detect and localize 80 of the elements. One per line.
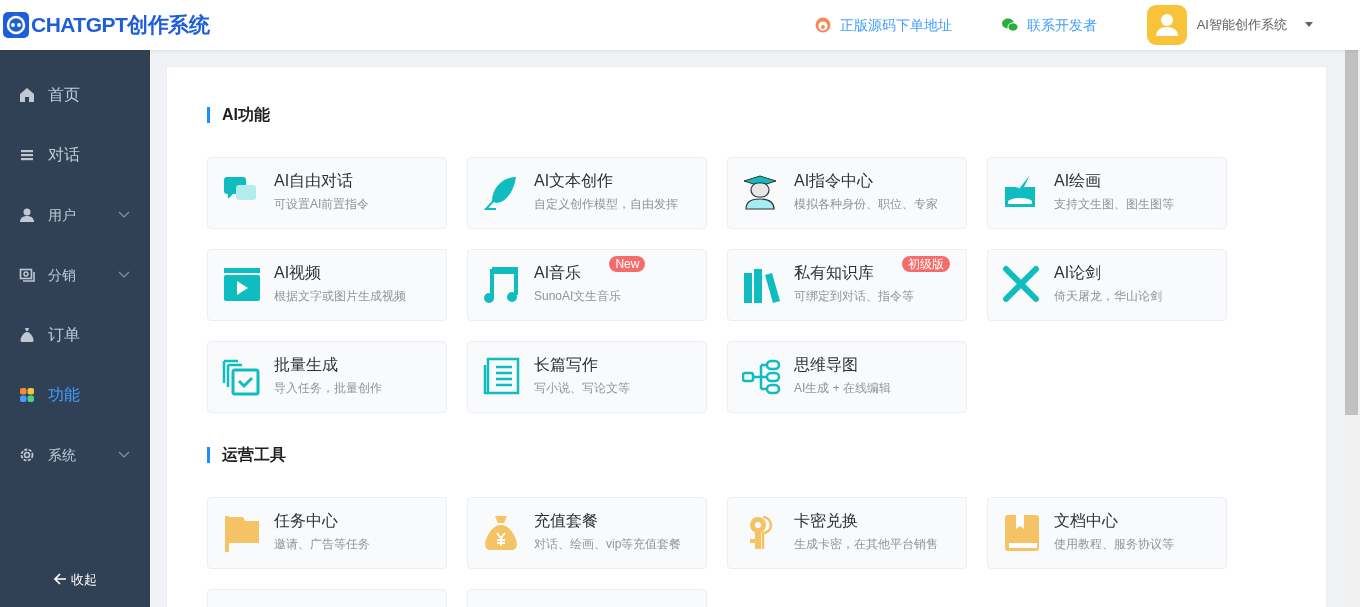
card-description: 邀请、广告等任务 [274, 536, 370, 552]
avatar-icon [1146, 5, 1187, 45]
feature-card[interactable]: AI文本创作 自定义创作模型，自由发挥 [467, 157, 707, 229]
sidebar-item[interactable]: 功能 [0, 365, 150, 425]
card-title: AI自由对话 [274, 171, 354, 191]
card-description: 对话、绘画、vip等充值套餐 [534, 536, 682, 552]
logo-text: CHATGPT创作系统 [31, 12, 210, 39]
card-description: 写小说、写论文等 [534, 380, 630, 396]
user-menu[interactable]: AI智能创作系统 [1146, 5, 1314, 45]
feature-card[interactable]: AI指令中心 模拟各种身份、职位、专家 [727, 157, 967, 229]
feature-card[interactable]: 充值套餐 对话、绘画、vip等充值套餐 [467, 497, 707, 569]
card-description: 导入任务，批量创作 [274, 380, 382, 396]
card-description: 可绑定到对话、指令等 [794, 288, 914, 304]
arrow-left-icon [53, 573, 67, 586]
card-description: 生成卡密，在其他平台销售 [794, 536, 938, 552]
stacked-pages-check-icon [222, 357, 262, 397]
card-title: 文档中心 [1054, 511, 1118, 531]
sidebar-item[interactable]: 系统 [0, 425, 150, 485]
feature-card[interactable]: 私有知识库 初级版 可绑定到对话、指令等 [727, 249, 967, 321]
card-description: AI生成 + 在线编辑 [794, 380, 891, 396]
card-title: AI绘画 [1054, 171, 1102, 191]
sidebar-item[interactable]: 首页 [0, 65, 150, 125]
card-description: 使用教程、服务协议等 [1054, 536, 1174, 552]
chat-bubbles-icon [1001, 17, 1018, 33]
section-title: 运营工具 [222, 445, 286, 465]
sidebar-item[interactable]: 对话 [0, 125, 150, 185]
card-description: 模拟各种身份、职位、专家 [794, 196, 938, 212]
sidebar-item[interactable]: 用户 [0, 185, 150, 245]
card-description: 倚天屠龙，华山论剑 [1054, 288, 1162, 304]
card-badge: New [609, 256, 646, 272]
feature-card[interactable]: AI音乐 New SunoAI文生音乐 [467, 249, 707, 321]
card-title: AI论剑 [1054, 263, 1102, 283]
four-squares-icon [19, 387, 35, 403]
feature-card[interactable]: 卡密兑换 生成卡密，在其他平台销售 [727, 497, 967, 569]
card-title: AI文本创作 [534, 171, 614, 191]
mind-map-icon [742, 357, 782, 397]
card-title: 私有知识库 [794, 263, 874, 283]
sidebar-item[interactable]: 分销 [0, 245, 150, 305]
card-title: AI指令中心 [794, 171, 874, 191]
card-title: 长篇写作 [534, 355, 598, 375]
card-description: 自定义创作模型，自由发挥 [534, 196, 678, 212]
feature-card[interactable]: 批量生成 导入任务，批量创作 [207, 341, 447, 413]
feature-card[interactable]: AI视频 根据文字或图片生成视频 [207, 249, 447, 321]
card-title: 充值套餐 [534, 511, 598, 531]
card-title: 批量生成 [274, 355, 338, 375]
feature-card[interactable]: 文档中心 使用教程、服务协议等 [987, 497, 1227, 569]
card-title: AI音乐 [534, 263, 582, 283]
feature-card[interactable]: AI绘画 支持文生图、图生图等 [987, 157, 1227, 229]
crossed-swords-icon [1002, 265, 1042, 305]
card-title: 任务中心 [274, 511, 338, 531]
flag-icon [222, 513, 262, 553]
heading-marker [207, 447, 210, 463]
menu-icon [19, 147, 35, 163]
feature-card[interactable]: AI自由对话 可设置AI前置指令 [207, 157, 447, 229]
sidebar-item[interactable]: 订单 [0, 305, 150, 365]
section-title: AI功能 [222, 105, 270, 125]
scrollbar[interactable] [1343, 50, 1360, 607]
card-title: AI视频 [274, 263, 322, 283]
home-icon [19, 87, 35, 103]
feature-card[interactable]: 任务中心 邀请、广告等任务 [207, 497, 447, 569]
book-bookmark-icon [1002, 513, 1042, 553]
picture-frame-icon [19, 267, 35, 283]
collapse-button[interactable]: 收起 [53, 569, 97, 589]
card-title: 思维导图 [794, 355, 858, 375]
money-bag-icon [19, 327, 35, 343]
card-badge: 初级版 [902, 256, 950, 272]
heading-marker [207, 107, 210, 123]
card-description: SunoAI文生音乐 [534, 288, 622, 304]
feature-card[interactable]: AI论剑 倚天屠龙，华山论剑 [987, 249, 1227, 321]
book-lines-icon [482, 357, 522, 397]
card-description: 根据文字或图片生成视频 [274, 288, 406, 304]
user-icon [19, 207, 35, 223]
caret-icon [1304, 22, 1314, 28]
card-description: 支持文生图、图生图等 [1054, 196, 1174, 212]
feature-card[interactable]: 思维导图 AI生成 + 在线编辑 [727, 341, 967, 413]
feature-card[interactable]: 长篇写作 写小说、写论文等 [467, 341, 707, 413]
robot-logo-icon [3, 12, 29, 38]
card-title: 卡密兑换 [794, 511, 858, 531]
gear-icon [19, 447, 35, 463]
card-description: 可设置AI前置指令 [274, 196, 370, 212]
